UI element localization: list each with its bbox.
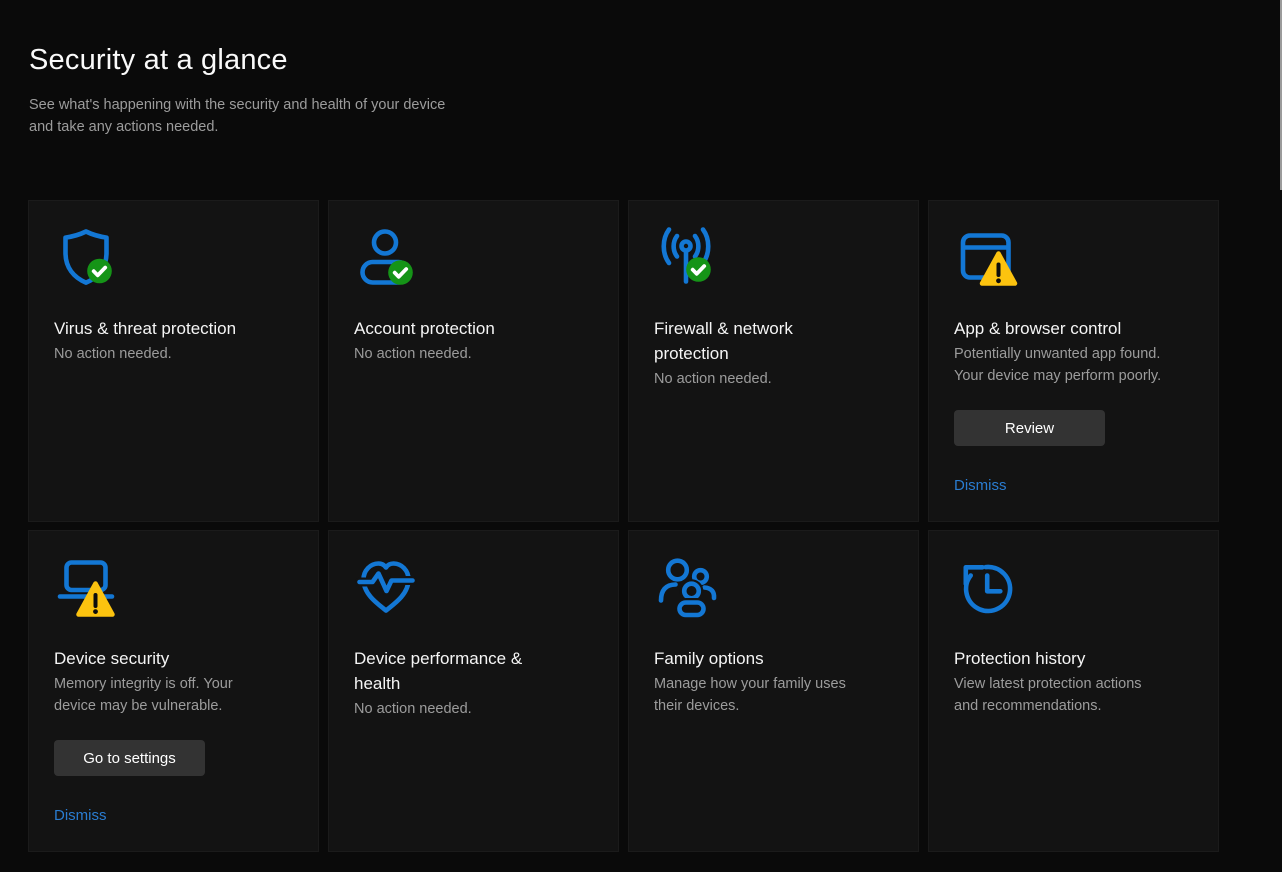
- card-app-browser-control[interactable]: App & browser control Potentially unwant…: [928, 200, 1219, 522]
- dismiss-link[interactable]: Dismiss: [954, 477, 1007, 494]
- network-antenna-icon: [654, 225, 718, 289]
- ok-badge-icon: [87, 259, 112, 284]
- card-title: Family options: [654, 646, 893, 671]
- shield-icon: [54, 225, 118, 289]
- card-title: Device security: [54, 646, 293, 671]
- browser-window-icon: [954, 225, 1018, 289]
- ok-badge-icon: [388, 260, 413, 285]
- card-description: Memory integrity is off. Your device may…: [54, 673, 293, 717]
- card-title: Account protection: [354, 316, 593, 341]
- dismiss-link[interactable]: Dismiss: [54, 807, 107, 824]
- card-description: No action needed.: [354, 343, 593, 365]
- history-clock-icon: [954, 555, 1018, 619]
- card-description: No action needed.: [54, 343, 293, 365]
- card-family-options[interactable]: Family options Manage how your family us…: [628, 530, 919, 852]
- person-icon: [354, 225, 418, 289]
- security-cards-grid: Virus & threat protection No action need…: [28, 200, 1219, 852]
- card-description: No action needed.: [354, 698, 593, 720]
- family-icon: [654, 555, 718, 619]
- go-to-settings-button[interactable]: Go to settings: [54, 740, 205, 776]
- card-title: Virus & threat protection: [54, 316, 293, 341]
- card-device-performance-health[interactable]: Device performance & health No action ne…: [328, 530, 619, 852]
- card-title: Device performance & health: [354, 646, 593, 696]
- card-protection-history[interactable]: Protection history View latest protectio…: [928, 530, 1219, 852]
- card-title: Firewall & network protection: [654, 316, 893, 366]
- page-subtitle: See what's happening with the security a…: [29, 94, 445, 138]
- card-description: View latest protection actions and recom…: [954, 673, 1193, 717]
- page-header: Security at a glance See what's happenin…: [29, 44, 445, 138]
- card-title: App & browser control: [954, 316, 1193, 341]
- page-title: Security at a glance: [29, 44, 445, 77]
- card-description: No action needed.: [654, 368, 893, 390]
- ok-badge-icon: [686, 257, 711, 282]
- card-virus-threat-protection[interactable]: Virus & threat protection No action need…: [28, 200, 319, 522]
- card-device-security[interactable]: Device security Memory integrity is off.…: [28, 530, 319, 852]
- card-description: Manage how your family uses their device…: [654, 673, 893, 717]
- card-description: Potentially unwanted app found. Your dev…: [954, 343, 1193, 387]
- card-firewall-network-protection[interactable]: Firewall & network protection No action …: [628, 200, 919, 522]
- heart-pulse-icon: [354, 555, 418, 619]
- card-title: Protection history: [954, 646, 1193, 671]
- review-button[interactable]: Review: [954, 410, 1105, 446]
- card-account-protection[interactable]: Account protection No action needed.: [328, 200, 619, 522]
- laptop-icon: [54, 555, 118, 619]
